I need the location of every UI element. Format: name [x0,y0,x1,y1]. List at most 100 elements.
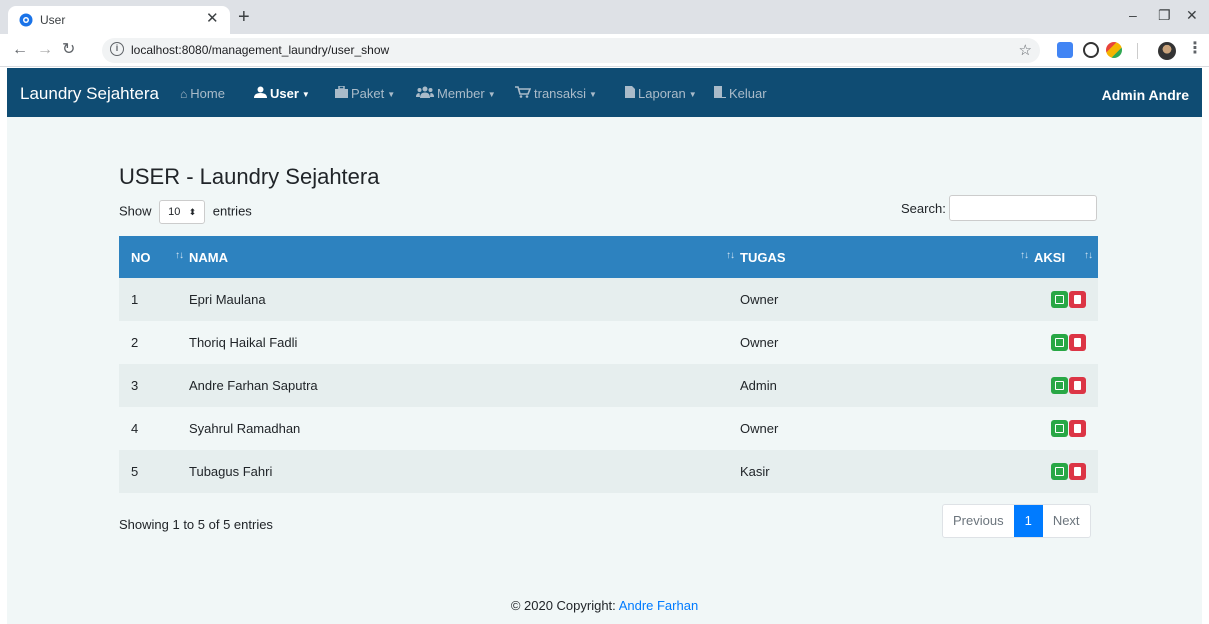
home-icon: ⌂ [180,87,188,101]
cell-nama: Syahrul Ramadhan [189,421,301,436]
logged-in-user[interactable]: Admin Andre [1102,87,1189,103]
search-input[interactable] [949,195,1097,221]
footer-author-link[interactable]: Andre Farhan [619,598,699,613]
info-icon[interactable]: i [110,42,124,56]
briefcase-icon [335,86,348,98]
table-row: 5 Tubagus Fahri Kasir [119,450,1098,493]
cell-tugas: Owner [740,335,779,350]
page-1-button[interactable]: 1 [1013,505,1043,537]
cell-no: 3 [131,378,139,393]
page-content: USER - Laundry Sejahtera Show 10 ⬍ entri… [7,117,1202,624]
door-icon [714,86,726,98]
cell-nama: Epri Maulana [189,292,266,307]
edit-icon[interactable] [1051,420,1068,438]
cell-tugas: Admin [740,378,777,393]
cell-nama: Andre Farhan Saputra [189,378,318,393]
cell-nama: Tubagus Fahri [189,464,273,479]
browser-menu-icon[interactable]: ⋮ [1187,40,1203,58]
extension-icon[interactable] [1083,42,1099,58]
app-navbar: Laundry Sejahtera ⌂ Home User ▼ Paket ▼ Mem… [7,68,1202,117]
cell-tugas: Owner [740,421,779,436]
column-header-tugas[interactable]: TUGAS ↑↓ [740,236,1034,278]
edit-icon[interactable] [1051,377,1068,395]
window-close-icon[interactable]: ✕ [1186,6,1198,24]
minimize-icon[interactable]: – [1129,6,1137,24]
cell-aksi [1034,364,1098,407]
cell-nama: Thoriq Haikal Fadli [189,335,298,350]
next-page-button[interactable]: Next [1043,505,1090,537]
reload-icon[interactable]: ↻ [62,41,75,59]
edit-icon[interactable] [1051,463,1068,481]
column-header-aksi[interactable]: AKSI ↑↓ [1034,236,1098,278]
footer: © 2020 Copyright: Andre Farhan [7,598,1202,613]
table-row: 1 Epri Maulana Owner [119,278,1098,321]
users-icon [416,86,434,98]
back-icon[interactable]: ← [12,41,28,59]
table-header-row: NO ↑↓ NAMA ↑↓ TUGAS ↑↓ AKSI ↑↓ [119,236,1098,278]
new-tab-button[interactable]: + [238,7,250,27]
cell-aksi [1034,321,1098,364]
bookmark-star-icon[interactable]: ☆ [1019,41,1032,59]
chevron-down-icon: ▼ [301,90,310,100]
column-header-no[interactable]: NO ↑↓ [119,236,189,278]
table-row: 3 Andre Farhan Saputra Admin [119,364,1098,407]
nav-item-keluar[interactable]: Keluar [713,86,767,101]
search-label: Search: [901,201,946,216]
pagination: Previous 1 Next [942,504,1091,538]
nav-item-laporan[interactable]: Laporan ▼ [625,86,697,102]
url-text[interactable]: localhost:8080/management_laundry/user_s… [131,43,389,57]
delete-icon[interactable] [1069,291,1086,309]
cell-tugas: Kasir [740,464,770,479]
sort-icon: ↑↓ [1020,250,1029,261]
translate-extension-icon[interactable] [1057,42,1073,58]
previous-page-button[interactable]: Previous [943,505,1014,537]
table-info: Showing 1 to 5 of 5 entries [119,517,273,532]
search-control: Search: [901,195,1097,221]
chevron-down-icon: ▼ [487,90,496,100]
toolbar-separator [1137,43,1138,59]
cell-no: 4 [131,421,139,436]
chevron-down-icon: ▼ [589,90,597,100]
restore-icon[interactable]: ❐ [1158,6,1171,24]
table-row: 4 Syahrul Ramadhan Owner [119,407,1098,450]
nav-item-home[interactable]: ⌂ Home [180,86,225,102]
delete-icon[interactable] [1069,420,1086,438]
browser-tab[interactable]: User ✕ [8,6,230,34]
cell-no: 1 [131,292,139,307]
edit-icon[interactable] [1051,291,1068,309]
browser-tab-bar: User ✕ + – ❐ ✕ [0,0,1209,34]
length-control: Show 10 ⬍ entries [119,200,252,224]
tab-close-icon[interactable]: ✕ [206,10,219,28]
cell-aksi [1034,450,1098,493]
user-table: NO ↑↓ NAMA ↑↓ TUGAS ↑↓ AKSI ↑↓ 1 Epri Maulan… [119,236,1098,493]
profile-avatar[interactable] [1158,42,1176,60]
sort-icon: ↑↓ [1084,250,1093,261]
nav-item-paket[interactable]: Paket ▼ [335,86,395,102]
entries-select[interactable]: 10 ⬍ [159,200,206,224]
cell-tugas: Owner [740,292,779,307]
forward-icon[interactable]: → [37,41,53,59]
tab-title: User [40,13,66,27]
globe-favicon-icon [19,13,33,27]
cell-no: 5 [131,464,139,479]
delete-icon[interactable] [1069,377,1086,395]
url-field[interactable]: i localhost:8080/management_laundry/user… [102,38,1040,63]
navbar-brand[interactable]: Laundry Sejahtera [20,84,159,104]
extension-icon[interactable] [1106,42,1122,58]
delete-icon[interactable] [1069,463,1086,481]
cart-icon [515,86,531,98]
file-icon [625,86,635,98]
cell-aksi [1034,278,1098,321]
nav-item-member[interactable]: Member ▼ [416,86,496,102]
browser-address-bar: ← → ↻ i localhost:8080/management_laundr… [0,34,1209,67]
chevron-down-icon: ▼ [688,90,697,100]
column-header-nama[interactable]: NAMA ↑↓ [189,236,740,278]
edit-icon[interactable] [1051,334,1068,352]
delete-icon[interactable] [1069,334,1086,352]
user-icon [254,86,267,98]
nav-item-user[interactable]: User ▼ [254,86,310,102]
nav-item-transaksi[interactable]: transaksi ▼ [515,86,597,102]
chevron-updown-icon: ⬍ [188,207,197,217]
sort-icon: ↑↓ [175,250,184,261]
footer-copyright: © 2020 Copyright: [510,598,619,613]
